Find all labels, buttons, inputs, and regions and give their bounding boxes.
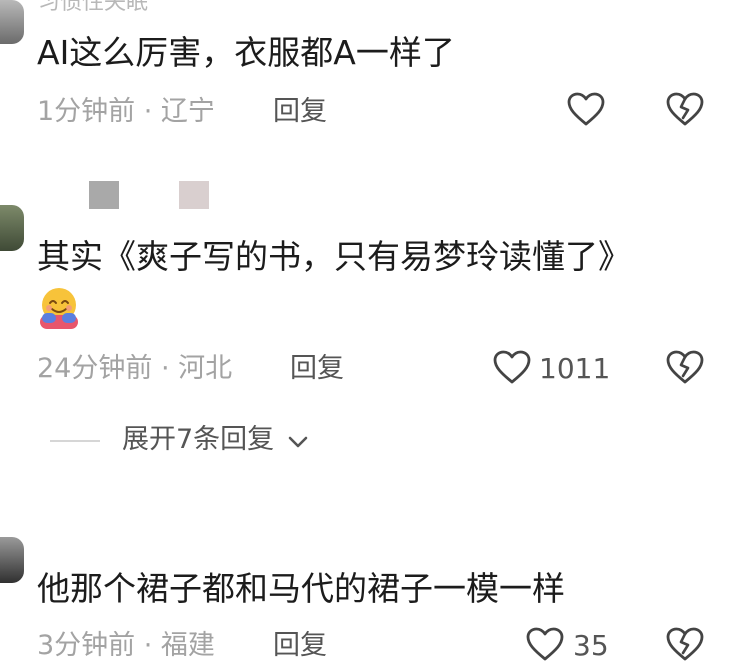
comment-time-location: 24分钟前 · 河北 <box>37 353 233 384</box>
like-count: 1011 <box>539 352 611 385</box>
comment-text: 其实《爽子写的书，只有易梦玲读懂了》 <box>37 237 631 276</box>
dislike-broken-heart-icon[interactable] <box>665 626 705 662</box>
avatar[interactable] <box>0 537 24 583</box>
like-heart-icon[interactable] <box>492 349 532 385</box>
chevron-down-icon <box>288 436 308 448</box>
redacted-block <box>179 181 209 209</box>
like-heart-icon[interactable] <box>525 626 565 662</box>
like-heart-icon[interactable] <box>566 91 606 127</box>
previous-username: 习惯性失眠 <box>38 0 149 15</box>
like-count: 35 <box>573 629 609 662</box>
comment-text: 他那个裙子都和马代的裙子一模一样 <box>37 569 565 608</box>
reply-button[interactable]: 回复 <box>290 349 344 389</box>
redacted-block <box>89 181 119 209</box>
expand-divider <box>50 440 100 442</box>
expand-replies-label: 展开7条回复 <box>122 424 275 455</box>
comment-time-location: 1分钟前 · 辽宁 <box>37 96 215 127</box>
comment-time-location: 3分钟前 · 福建 <box>37 630 215 661</box>
avatar[interactable] <box>0 205 24 251</box>
dislike-broken-heart-icon[interactable] <box>665 91 705 127</box>
avatar[interactable] <box>0 0 24 44</box>
reply-button[interactable]: 回复 <box>273 92 327 132</box>
expand-replies-button[interactable]: 展开7条回复 <box>122 420 309 460</box>
hugging-face-emoji-icon <box>40 288 78 329</box>
dislike-broken-heart-icon[interactable] <box>665 349 705 385</box>
reply-button[interactable]: 回复 <box>273 626 327 666</box>
comment-text: AI这么厉害，衣服都A一样了 <box>37 33 455 72</box>
